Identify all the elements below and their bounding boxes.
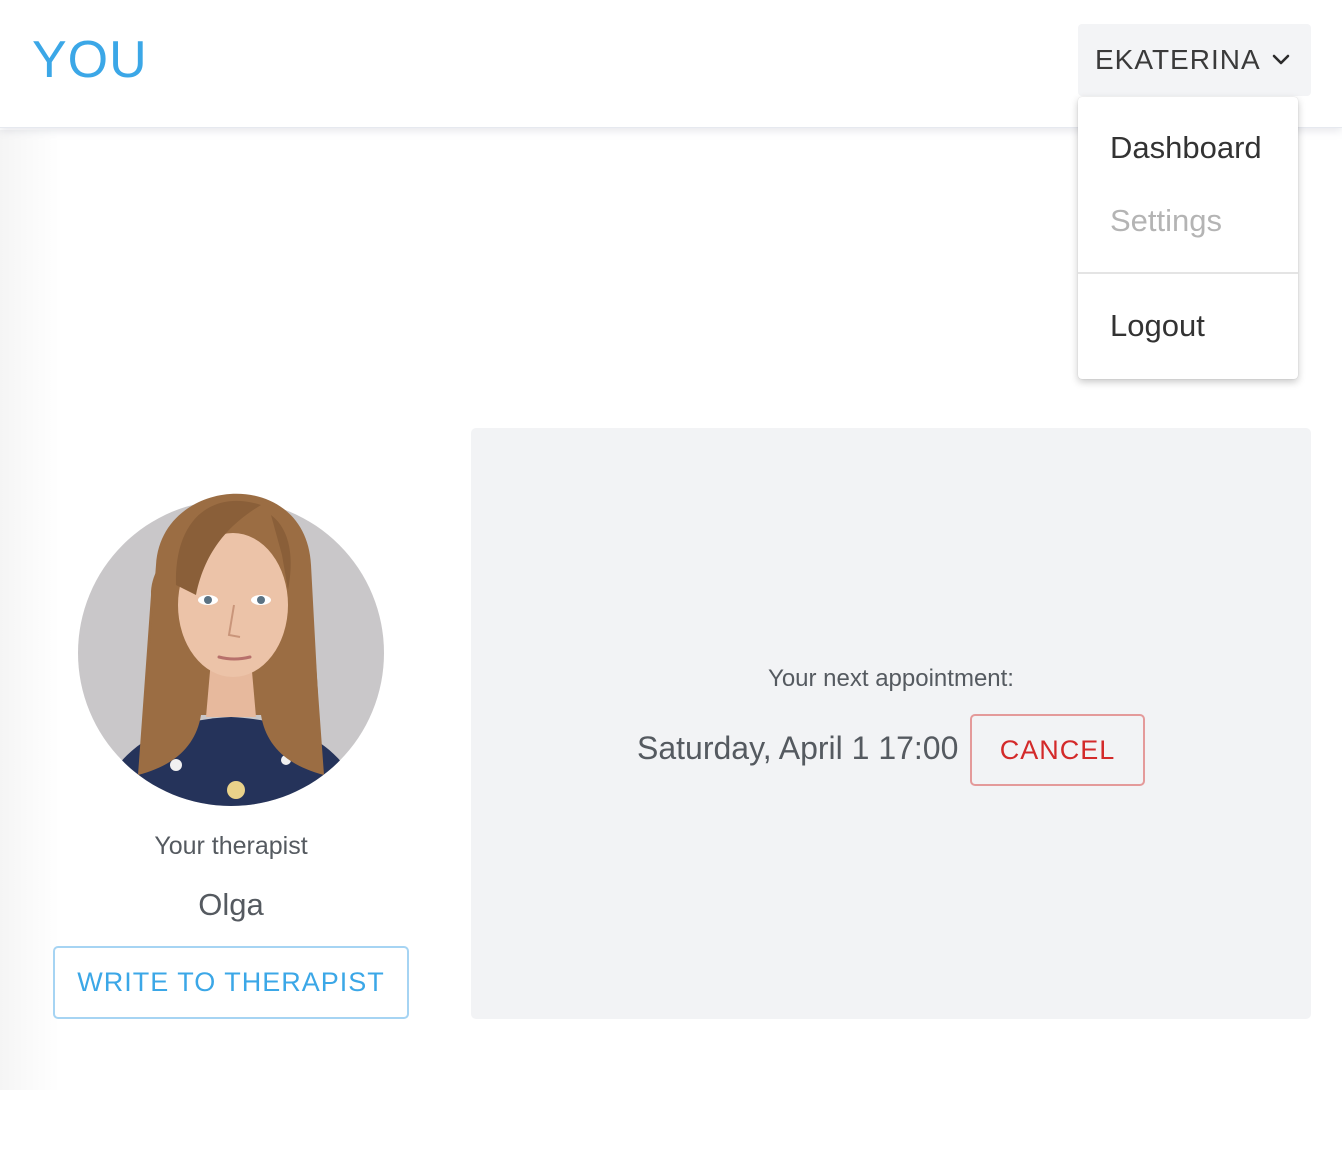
logo[interactable]: YOU: [32, 30, 148, 90]
chevron-down-icon: [1272, 54, 1290, 65]
page: YOU EKATERINA Dashboard Settings Logout: [0, 0, 1342, 1170]
appointment-panel: Your next appointment: Saturday, April 1…: [471, 428, 1311, 1019]
therapist-caption: Your therapist: [154, 832, 308, 860]
therapist-name: Olga: [198, 887, 264, 922]
write-to-therapist-button[interactable]: WRITE TO THERAPIST: [53, 946, 409, 1019]
user-menu-button[interactable]: EKATERINA: [1078, 24, 1311, 96]
menu-item-settings[interactable]: Settings: [1110, 201, 1222, 241]
next-appointment-label: Your next appointment:: [768, 665, 1014, 692]
menu-item-dashboard[interactable]: Dashboard: [1110, 128, 1262, 168]
side-shadow: [0, 130, 60, 1090]
user-name: EKATERINA: [1095, 44, 1261, 75]
user-dropdown-menu: Dashboard Settings Logout: [1078, 97, 1298, 379]
menu-item-logout[interactable]: Logout: [1110, 306, 1205, 346]
therapist-avatar: [78, 493, 384, 806]
appointment-datetime: Saturday, April 1 17:00: [637, 730, 959, 766]
menu-divider: [1078, 272, 1298, 274]
cancel-appointment-button[interactable]: CANCEL: [970, 714, 1145, 786]
